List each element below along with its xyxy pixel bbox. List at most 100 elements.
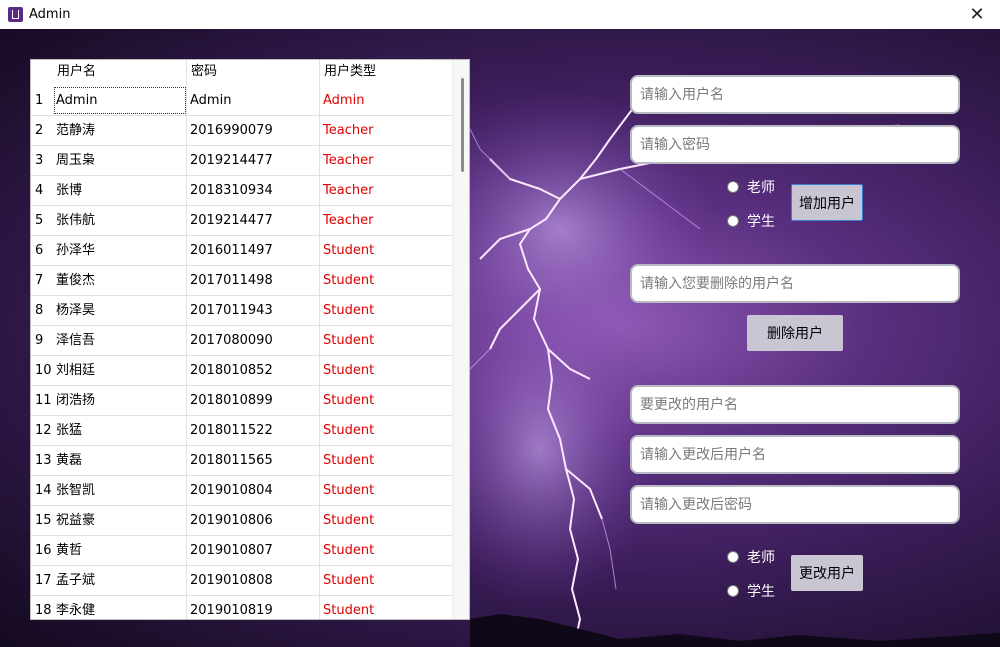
header-password[interactable]: 密码 — [187, 60, 320, 86]
cell-username[interactable]: 张博 — [53, 176, 187, 205]
cell-user-type[interactable]: Student — [320, 266, 452, 295]
cell-user-type[interactable]: Student — [320, 566, 452, 595]
cell-password[interactable]: 2017080090 — [187, 326, 320, 355]
table-row[interactable]: 3 周玉枭 2019214477 Teacher — [31, 146, 452, 176]
cell-username[interactable]: 范静涛 — [53, 116, 187, 145]
table-row[interactable]: 18 李永健 2019010819 Student — [31, 596, 452, 619]
scrollbar-thumb[interactable] — [461, 78, 464, 172]
radio-circle-icon — [727, 215, 739, 227]
cell-username[interactable]: 泽信吾 — [53, 326, 187, 355]
window-title: Admin — [29, 7, 71, 22]
title-bar: Admin ✕ — [0, 0, 1000, 29]
cell-user-type[interactable]: Teacher — [320, 206, 452, 235]
cell-username[interactable]: 杨泽昊 — [53, 296, 187, 325]
modify-student-radio[interactable]: 学生 — [727, 581, 775, 601]
cell-password[interactable]: 2018011522 — [187, 416, 320, 445]
modify-teacher-radio[interactable]: 老师 — [727, 547, 775, 567]
cell-password[interactable]: 2019010819 — [187, 596, 320, 619]
cell-user-type[interactable]: Student — [320, 296, 452, 325]
cell-user-type[interactable]: Teacher — [320, 176, 452, 205]
modify-new-password-input[interactable] — [630, 485, 960, 524]
table-row[interactable]: 17 孟子斌 2019010808 Student — [31, 566, 452, 596]
cell-user-type[interactable]: Admin — [320, 86, 452, 115]
cell-username[interactable]: 周玉枭 — [53, 146, 187, 175]
cell-username[interactable]: 闭浩扬 — [53, 386, 187, 415]
table-row[interactable]: 8 杨泽昊 2017011943 Student — [31, 296, 452, 326]
cell-username[interactable]: 孟子斌 — [53, 566, 187, 595]
cell-user-type[interactable]: Student — [320, 386, 452, 415]
cell-password[interactable]: 2017011498 — [187, 266, 320, 295]
table-row[interactable]: 10 刘相廷 2018010852 Student — [31, 356, 452, 386]
table-row[interactable]: 14 张智凯 2019010804 Student — [31, 476, 452, 506]
cell-password[interactable]: 2019214477 — [187, 146, 320, 175]
add-password-input[interactable] — [630, 125, 960, 164]
cell-username[interactable]: 张猛 — [53, 416, 187, 445]
table-row[interactable]: 2 范静涛 2016990079 Teacher — [31, 116, 452, 146]
cell-user-type[interactable]: Student — [320, 536, 452, 565]
cell-username[interactable]: 祝益豪 — [53, 506, 187, 535]
close-button[interactable]: ✕ — [954, 0, 1000, 29]
cell-user-type[interactable]: Student — [320, 506, 452, 535]
add-user-button[interactable]: 增加用户 — [791, 184, 863, 221]
cell-username[interactable]: 李永健 — [53, 596, 187, 619]
table-row[interactable]: 13 黄磊 2018011565 Student — [31, 446, 452, 476]
table-row[interactable]: 11 闭浩扬 2018010899 Student — [31, 386, 452, 416]
header-username[interactable]: 用户名 — [53, 60, 187, 86]
table-row[interactable]: 1 Admin Admin Admin — [31, 86, 452, 116]
table-row[interactable]: 15 祝益豪 2019010806 Student — [31, 506, 452, 536]
users-table[interactable]: 用户名 密码 用户类型 1 Admin Admin Admin 2 范静涛 20169900… — [30, 59, 470, 620]
table-row[interactable]: 12 张猛 2018011522 Student — [31, 416, 452, 446]
modify-new-username-input[interactable] — [630, 435, 960, 474]
cell-username[interactable]: 黄磊 — [53, 446, 187, 475]
cell-password[interactable]: 2018310934 — [187, 176, 320, 205]
cell-password[interactable]: 2018011565 — [187, 446, 320, 475]
cell-password[interactable]: 2019010806 — [187, 506, 320, 535]
cell-password[interactable]: 2019010807 — [187, 536, 320, 565]
add-teacher-label: 老师 — [747, 180, 775, 196]
cell-username[interactable]: 孙泽华 — [53, 236, 187, 265]
cell-user-type[interactable]: Student — [320, 596, 452, 619]
add-student-radio[interactable]: 学生 — [727, 211, 775, 231]
header-user-type[interactable]: 用户类型 — [320, 60, 452, 86]
delete-username-input[interactable] — [630, 264, 960, 303]
row-number: 16 — [35, 543, 52, 558]
cell-user-type[interactable]: Student — [320, 476, 452, 505]
cell-user-type[interactable]: Student — [320, 416, 452, 445]
table-row[interactable]: 5 张伟航 2019214477 Teacher — [31, 206, 452, 236]
cell-user-type[interactable]: Teacher — [320, 116, 452, 145]
cell-username[interactable]: 张智凯 — [53, 476, 187, 505]
cell-user-type[interactable]: Student — [320, 236, 452, 265]
modify-target-username-input[interactable] — [630, 385, 960, 424]
cell-password[interactable]: 2018010852 — [187, 356, 320, 385]
cell-password[interactable]: 2017011943 — [187, 296, 320, 325]
cell-user-type[interactable]: Student — [320, 356, 452, 385]
cell-user-type[interactable]: Student — [320, 326, 452, 355]
cell-password[interactable]: 2019010804 — [187, 476, 320, 505]
cell-username[interactable]: 张伟航 — [53, 206, 187, 235]
cell-password[interactable]: 2016990079 — [187, 116, 320, 145]
table-row[interactable]: 6 孙泽华 2016011497 Student — [31, 236, 452, 266]
cell-password[interactable]: 2019214477 — [187, 206, 320, 235]
row-number: 18 — [35, 603, 52, 618]
cell-username[interactable]: 刘相廷 — [53, 356, 187, 385]
app-icon — [8, 7, 23, 22]
modify-user-button[interactable]: 更改用户 — [791, 555, 863, 591]
delete-user-button[interactable]: 删除用户 — [747, 315, 843, 351]
cell-password[interactable]: 2016011497 — [187, 236, 320, 265]
table-row[interactable]: 4 张博 2018310934 Teacher — [31, 176, 452, 206]
cell-password[interactable]: Admin — [187, 86, 320, 115]
cell-username[interactable]: 黄哲 — [53, 536, 187, 565]
add-teacher-radio[interactable]: 老师 — [727, 177, 775, 197]
cell-password[interactable]: 2018010899 — [187, 386, 320, 415]
cell-username[interactable]: 董俊杰 — [53, 266, 187, 295]
table-row[interactable]: 7 董俊杰 2017011498 Student — [31, 266, 452, 296]
cell-user-type[interactable]: Teacher — [320, 146, 452, 175]
cell-user-type[interactable]: Student — [320, 446, 452, 475]
add-username-input[interactable] — [630, 75, 960, 114]
table-row[interactable]: 16 黄哲 2019010807 Student — [31, 536, 452, 566]
row-number: 2 — [35, 123, 44, 138]
cell-password[interactable]: 2019010808 — [187, 566, 320, 595]
vertical-scrollbar[interactable] — [452, 60, 469, 619]
cell-username[interactable]: Admin — [53, 86, 187, 115]
table-row[interactable]: 9 泽信吾 2017080090 Student — [31, 326, 452, 356]
